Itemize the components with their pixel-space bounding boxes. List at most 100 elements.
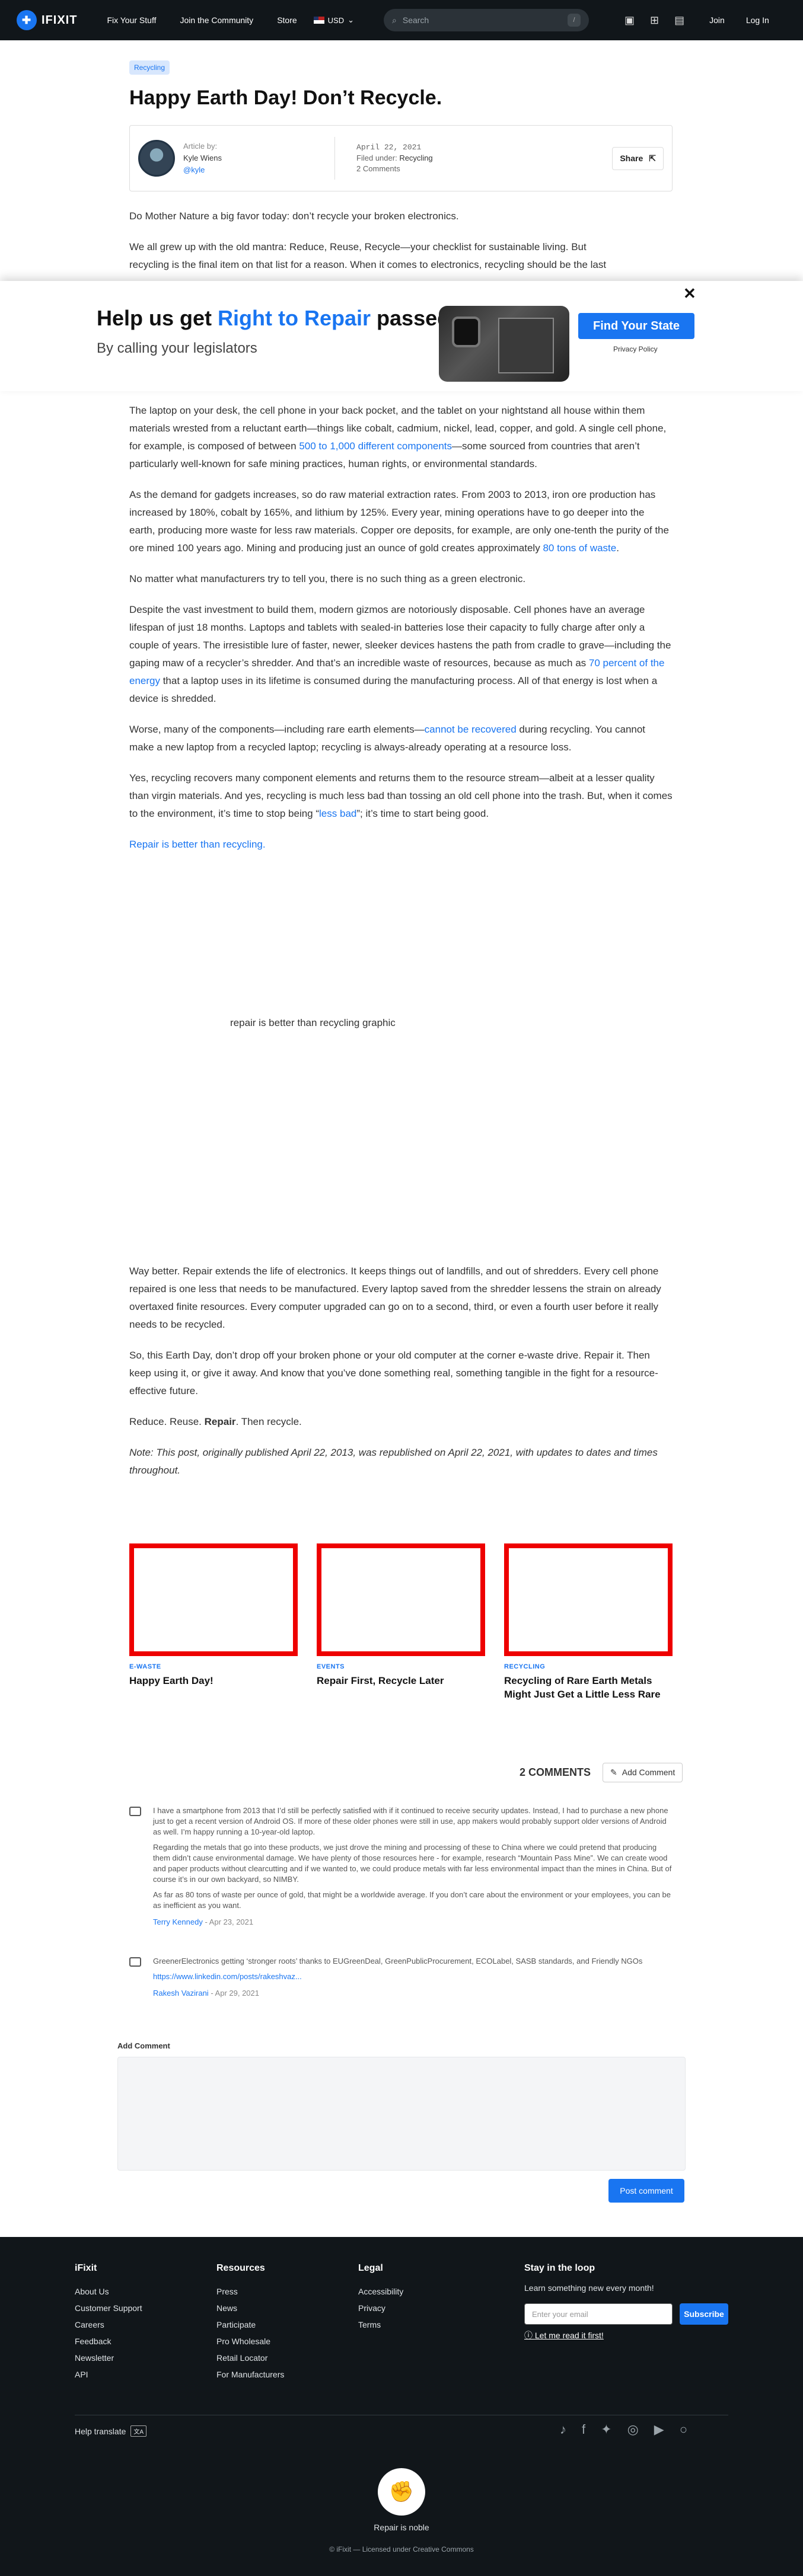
newsletter: Stay in the loop Learn something new eve… [524,2263,654,2293]
footer-license[interactable]: © iFixit — Licensed under Creative Commo… [0,2545,803,2553]
comment-text: GreenerElectronics getting ‘stronger roo… [153,1957,643,1965]
chevron-down-icon: ⌄ [348,15,355,24]
repair-better-link[interactable]: Repair is better than recycling. [129,839,266,850]
author-avatar[interactable] [138,140,175,177]
comment-author[interactable]: Rakesh Vazirani [153,1989,209,1997]
related-category: RECYCLING [504,1663,546,1670]
footer-col-title: Resources [216,2263,265,2273]
footer-link[interactable]: News [216,2300,284,2316]
author-handle[interactable]: @kyle [183,165,205,174]
footer-link[interactable]: Careers [75,2316,142,2333]
related-title[interactable]: Recycling of Rare Earth Metals Might Jus… [504,1674,673,1701]
privacy-policy-link[interactable]: Privacy Policy [613,345,658,353]
category-tag[interactable]: Recycling [129,60,170,75]
related-card[interactable]: E-WASTE Happy Earth Day! [129,1543,298,1701]
add-comment-button[interactable]: ✎ Add Comment [603,1763,683,1782]
footer-link[interactable]: Retail Locator [216,2350,284,2366]
top-nav: ✚ IFIXIT Fix Your Stuff Join the Communi… [0,0,803,40]
close-icon[interactable]: ✕ [683,285,696,303]
comment-link[interactable]: https://www.linkedin.com/posts/rakeshvaz… [153,1972,302,1981]
footer-link[interactable]: Accessibility [358,2283,403,2300]
comment-item: GreenerElectronics getting ‘stronger roo… [129,1956,673,1999]
cart-icon[interactable]: ⊞ [650,14,659,27]
join-link[interactable]: Join [709,15,725,25]
post-comment-button[interactable]: Post comment [608,2179,684,2203]
search-placeholder: Search [402,15,429,25]
footer-link[interactable]: Customer Support [75,2300,142,2316]
related-card[interactable]: RECYCLING Recycling of Rare Earth Metals… [504,1543,673,1701]
tons-of-waste-link[interactable]: 80 tons of waste [543,542,616,554]
components-link[interactable]: 500 to 1,000 different components [299,440,452,452]
twitter-icon[interactable]: ✦ [601,2422,611,2437]
site-footer: iFixit About Us Customer Support Careers… [0,2237,803,2576]
filed-label: Filed under: [356,154,397,162]
related-title[interactable]: Repair First, Recycle Later [317,1674,485,1687]
email-input[interactable]: Enter your email [524,2303,673,2325]
related-articles: E-WASTE Happy Earth Day! EVENTS Repair F… [129,1543,673,1701]
paragraph-demand: As the demand for gadgets increases, so … [129,486,673,557]
related-title[interactable]: Happy Earth Day! [129,1674,298,1687]
comment-date: - Apr 29, 2021 [208,1989,259,1997]
nav-join-community[interactable]: Join the Community [180,15,253,25]
banner-subtitle: By calling your legislators [97,340,257,356]
subscribe-button[interactable]: Subscribe [680,2303,728,2325]
comment-textarea[interactable] [117,2057,686,2171]
related-thumbnail [129,1543,298,1656]
footer-link[interactable]: Newsletter [75,2350,142,2366]
footer-col-title: Legal [358,2263,383,2273]
share-button[interactable]: Share ⇱ [612,146,664,170]
footer-link[interactable]: Participate [216,2316,284,2333]
related-card[interactable]: EVENTS Repair First, Recycle Later [317,1543,485,1701]
related-thumbnail [317,1543,485,1656]
footer-link[interactable]: Pro Wholesale [216,2333,284,2350]
footer-link[interactable]: API [75,2366,142,2383]
comment-item: I have a smartphone from 2013 that I’d s… [129,1805,673,1928]
community-icon[interactable]: ○ [680,2422,687,2437]
cannot-be-recovered-link[interactable]: cannot be recovered [425,724,517,735]
currency-selector[interactable]: USD ⌄ [313,15,355,25]
article-date: April 22, 2021 [356,143,422,152]
footer-link[interactable]: Privacy [358,2300,403,2316]
comment-icon [129,1957,141,1967]
footer-col-resources: Resources Press News Participate Pro Who… [216,2263,284,2383]
search-input[interactable]: ⌕ Search / [384,9,589,31]
ifixit-logo[interactable]: ✚ IFIXIT [17,10,77,30]
logo-text: IFIXIT [42,13,78,27]
republish-note: Note: This post, originally published Ap… [129,1447,658,1476]
nav-fix-your-stuff[interactable]: Fix Your Stuff [107,15,156,25]
article-body-end: Way better. Repair extends the life of e… [129,1263,673,1479]
footer-link[interactable]: About Us [75,2283,142,2300]
translate-icon: 文A [130,2425,147,2437]
related-category: E-WASTE [129,1663,161,1670]
comment-author[interactable]: Terry Kennedy [153,1917,203,1926]
comment-count-link[interactable]: 2 Comments [356,164,433,174]
footer-col-legal: Legal Accessibility Privacy Terms [358,2263,403,2333]
nav-store[interactable]: Store [277,15,297,25]
less-bad-link[interactable]: less bad [319,808,356,819]
help-translate-link[interactable]: Help translate 文A [75,2425,147,2437]
find-your-state-button[interactable]: Find Your State [578,313,694,339]
footer-link[interactable]: Press [216,2283,284,2300]
paragraph-text: Worse, many of the components—including … [129,724,425,735]
footer-link[interactable]: Terms [358,2316,403,2333]
language-icon[interactable]: ▤ [674,14,684,27]
graphic-alt-text: repair is better than recycling graphic [230,1017,396,1028]
store-bag-icon[interactable]: ▣ [624,14,635,27]
facebook-icon[interactable]: f [582,2422,585,2437]
read-first-link[interactable]: ⓘ Let me read it first! [524,2329,604,2341]
slash-key-icon: / [568,14,581,27]
paragraph-text: that a laptop uses in its lifetime is co… [129,675,658,704]
footer-link[interactable]: Feedback [75,2333,142,2350]
comment-text: I have a smartphone from 2013 that I’d s… [153,1806,668,1836]
login-link[interactable]: Log In [746,15,769,25]
related-thumbnail [504,1543,673,1656]
filed-value[interactable]: Recycling [399,154,432,162]
meta-divider [334,137,336,180]
paragraph-slogan: Reduce. Reuse. Repair. Then recycle. [129,1413,673,1431]
banner-title-highlight: Right to Repair [218,306,371,330]
footer-link[interactable]: For Manufacturers [216,2366,284,2383]
youtube-icon[interactable]: ▶ [654,2422,664,2437]
instagram-icon[interactable]: ◎ [627,2422,639,2437]
article-meta: Article by: Kyle Wiens @kyle April 22, 2… [129,125,673,191]
tiktok-icon[interactable]: ♪ [560,2422,566,2437]
